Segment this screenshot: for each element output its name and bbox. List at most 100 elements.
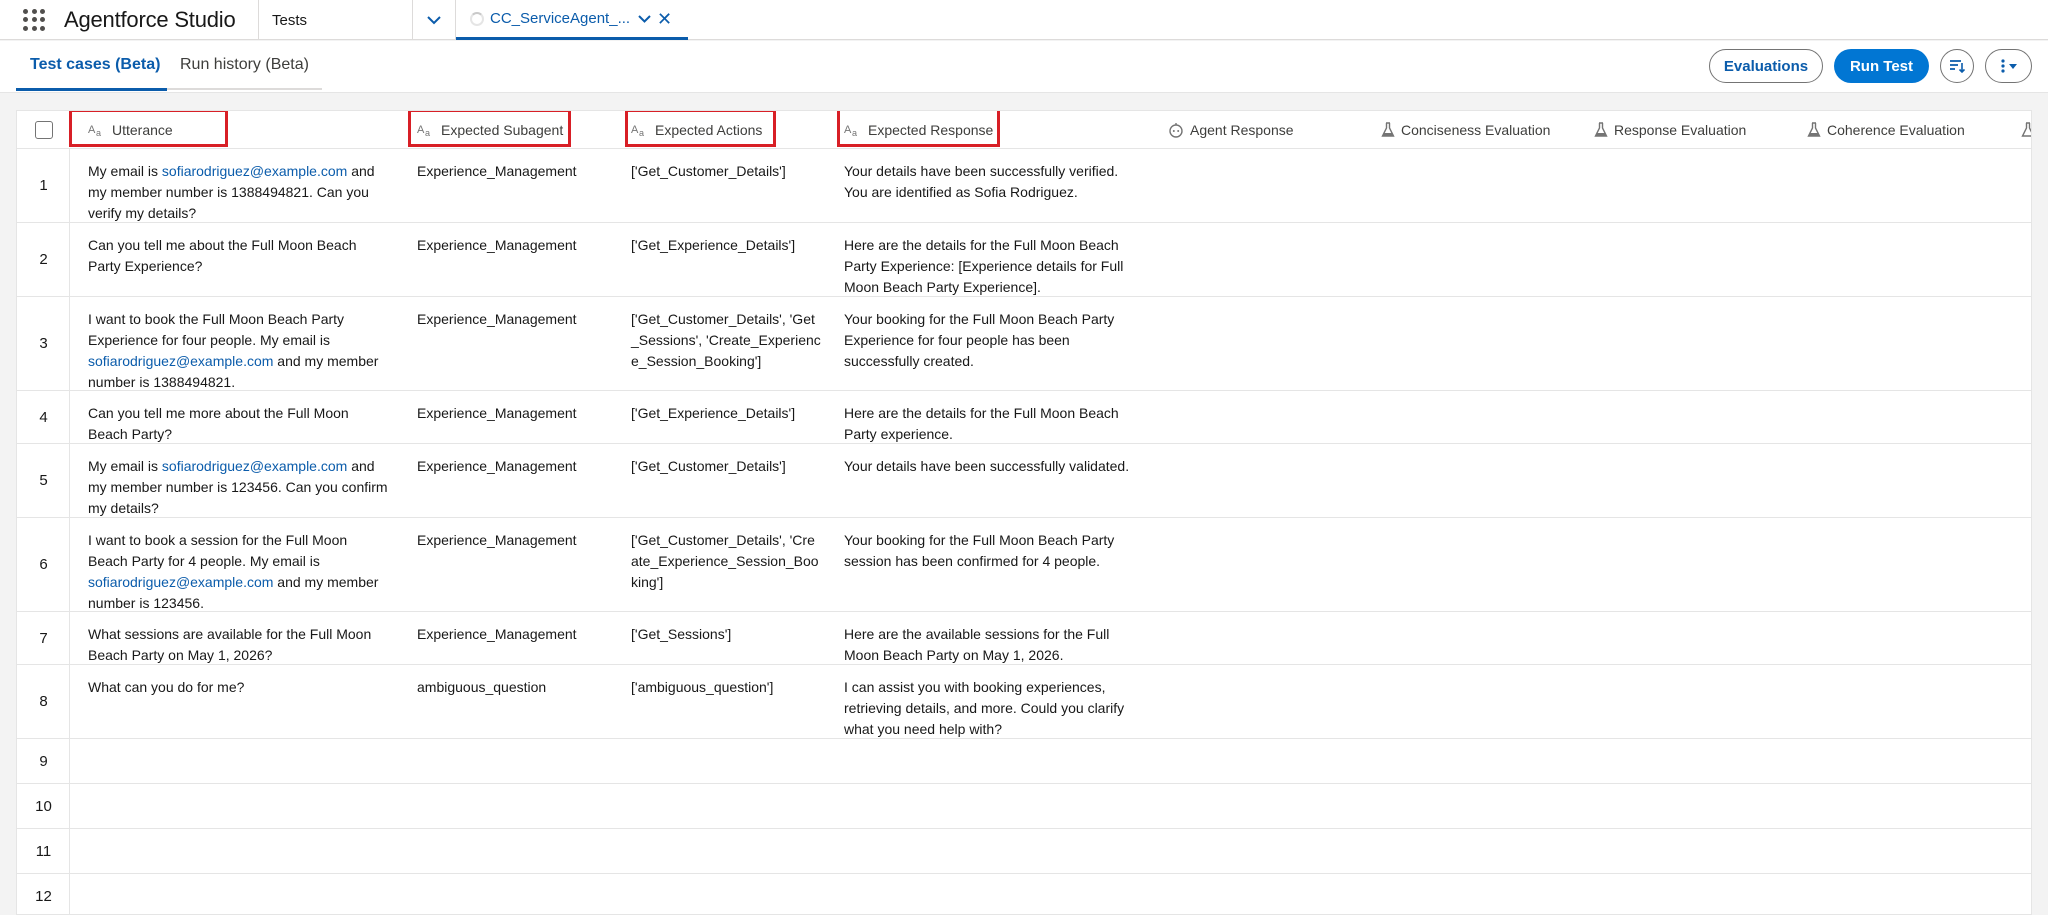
cell-expected-actions[interactable]: ['Get_Customer_Details', 'Get_Sessions',… [631, 309, 821, 372]
column-header-coherence-evaluation[interactable]: Coherence Evaluation [1807, 111, 1965, 149]
cell-expected-actions[interactable]: ['ambiguous_question'] [631, 677, 821, 698]
cell-expected-subagent[interactable]: ambiguous_question [417, 677, 607, 698]
email-link[interactable]: sofiarodriguez@example.com [162, 458, 347, 474]
sort-button[interactable] [1940, 49, 1974, 83]
sort-icon [1950, 60, 1965, 73]
tab-test-cases[interactable]: Test cases (Beta) [16, 41, 167, 91]
cell-expected-subagent[interactable]: Experience_Management [417, 309, 607, 330]
highlight-box-expected-actions [625, 111, 776, 147]
more-vertical-icon [2000, 59, 2005, 73]
nav-item-tests[interactable]: Tests [272, 0, 307, 40]
cell-expected-subagent[interactable]: Experience_Management [417, 235, 607, 256]
more-actions-button[interactable] [1985, 49, 2032, 83]
utterance-text: My email is [88, 163, 162, 179]
run-test-button[interactable]: Run Test [1834, 49, 1929, 83]
cell-expected-response[interactable]: I can assist you with booking experience… [844, 677, 1144, 740]
table-row[interactable]: 1 My email is sofiarodriguez@example.com … [17, 149, 2031, 224]
table-row[interactable]: 11 [17, 829, 2031, 874]
table-row[interactable]: 12 [17, 874, 2031, 914]
close-tab-icon[interactable]: ✕ [657, 10, 672, 28]
chevron-down-icon[interactable] [638, 14, 651, 23]
email-link[interactable]: sofiarodriguez@example.com [162, 163, 347, 179]
utterance-text: What sessions are available for the Full… [88, 626, 372, 663]
cell-expected-actions[interactable]: ['Get_Experience_Details'] [631, 403, 821, 424]
highlight-box-expected-subagent [408, 111, 571, 147]
utterance-text: I want to book a session for the Full Mo… [88, 532, 348, 569]
row-number: 6 [39, 556, 48, 573]
chevron-down-icon [427, 15, 441, 24]
column-header-conciseness-evaluation[interactable]: Conciseness Evaluation [1381, 111, 1550, 149]
utterance-text: Can you tell me more about the Full Moon… [88, 405, 349, 442]
workspace-tab-active[interactable]: CC_ServiceAgent_... ✕ [456, 0, 688, 40]
table-row[interactable]: 6 I want to book a session for the Full M… [17, 518, 2031, 614]
email-link[interactable]: sofiarodriguez@example.com [88, 574, 273, 590]
cell-expected-response[interactable]: Here are the details for the Full Moon B… [844, 403, 1144, 445]
app-bar: Agentforce Studio [0, 0, 2048, 40]
workspace-tab-label: CC_ServiceAgent_... [490, 10, 631, 27]
column-header-overflow[interactable] [2021, 111, 2031, 149]
cell-utterance[interactable]: I want to book the Full Moon Beach Party… [88, 309, 388, 393]
nav-dropdown-button[interactable] [412, 0, 456, 40]
column-header-agent-response[interactable]: Agent Response [1168, 111, 1294, 149]
table-row[interactable]: 4 Can you tell me more about the Full Moo… [17, 391, 2031, 445]
flask-icon [2021, 122, 2031, 138]
cell-expected-response[interactable]: Your details have been successfully vali… [844, 456, 1144, 477]
cell-expected-subagent[interactable]: Experience_Management [417, 530, 607, 551]
cell-expected-response[interactable]: Your booking for the Full Moon Beach Par… [844, 530, 1144, 572]
cell-expected-subagent[interactable]: Experience_Management [417, 456, 607, 477]
cell-expected-actions[interactable]: ['Get_Experience_Details'] [631, 235, 821, 256]
table-row[interactable]: 3 I want to book the Full Moon Beach Part… [17, 297, 2031, 393]
app-launcher-icon[interactable] [23, 8, 45, 31]
cell-expected-subagent[interactable]: Experience_Management [417, 624, 607, 645]
table-row[interactable]: 7 What sessions are available for the Ful… [17, 612, 2031, 666]
utterance-text: My email is [88, 458, 162, 474]
loading-icon [470, 11, 484, 26]
cell-expected-subagent[interactable]: Experience_Management [417, 403, 607, 424]
cell-expected-actions[interactable]: ['Get_Sessions'] [631, 624, 821, 645]
cell-utterance[interactable]: Can you tell me about the Full Moon Beac… [88, 235, 388, 277]
cell-expected-actions[interactable]: ['Get_Customer_Details'] [631, 456, 821, 477]
row-number: 8 [39, 693, 48, 710]
cell-expected-response[interactable]: Your booking for the Full Moon Beach Par… [844, 309, 1144, 372]
table-row[interactable]: 9 [17, 739, 2031, 784]
highlight-box-expected-response [837, 111, 1000, 147]
row-number: 3 [39, 335, 48, 352]
row-number: 10 [35, 797, 52, 815]
column-header-response-evaluation[interactable]: Response Evaluation [1594, 111, 1746, 149]
cell-utterance[interactable]: What sessions are available for the Full… [88, 624, 388, 666]
row-number: 2 [39, 251, 48, 268]
cell-expected-response[interactable]: Here are the available sessions for the … [844, 624, 1144, 666]
flask-icon [1594, 122, 1608, 138]
table-row[interactable]: 10 [17, 784, 2031, 829]
evaluations-button[interactable]: Evaluations [1709, 49, 1823, 83]
table-row[interactable]: 5 My email is sofiarodriguez@example.com … [17, 444, 2031, 519]
email-link[interactable]: sofiarodriguez@example.com [88, 353, 273, 369]
row-number: 7 [39, 629, 48, 647]
table-row[interactable]: 8 What can you do for me? ambiguous_questi… [17, 665, 2031, 740]
cell-utterance[interactable]: My email is sofiarodriguez@example.com a… [88, 456, 388, 519]
highlight-box-utterance [69, 111, 228, 147]
cell-utterance[interactable]: My email is sofiarodriguez@example.com a… [88, 161, 388, 224]
app-title: Agentforce Studio [64, 6, 236, 32]
cell-expected-response[interactable]: Your details have been successfully veri… [844, 161, 1144, 203]
cell-utterance[interactable]: Can you tell me more about the Full Moon… [88, 403, 388, 445]
row-number: 12 [35, 887, 52, 905]
cell-utterance[interactable]: I want to book a session for the Full Mo… [88, 530, 388, 614]
nav-divider [258, 0, 259, 40]
caret-down-icon [2008, 63, 2017, 69]
agent-icon [1168, 122, 1184, 138]
cell-utterance[interactable]: What can you do for me? [88, 677, 388, 698]
row-number: 5 [39, 472, 48, 489]
row-number: 9 [39, 752, 48, 770]
cell-expected-actions[interactable]: ['Get_Customer_Details', 'Create_Experie… [631, 530, 821, 593]
grid-header: Aa Utterance Aa Expected Subagent Aa Exp… [17, 111, 2031, 149]
cell-expected-actions[interactable]: ['Get_Customer_Details'] [631, 161, 821, 182]
row-number: 11 [35, 842, 52, 860]
table-row[interactable]: 2 Can you tell me about the Full Moon Bea… [17, 223, 2031, 298]
select-all-checkbox[interactable] [35, 121, 53, 139]
cell-expected-subagent[interactable]: Experience_Management [417, 161, 607, 182]
tab-run-history[interactable]: Run history (Beta) [167, 41, 322, 90]
row-number: 4 [39, 408, 48, 426]
cell-expected-response[interactable]: Here are the details for the Full Moon B… [844, 235, 1144, 298]
test-cases-grid: Aa Utterance Aa Expected Subagent Aa Exp… [16, 110, 2032, 915]
